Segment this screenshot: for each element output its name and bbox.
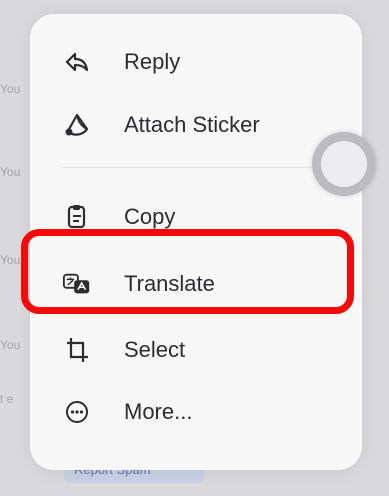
background-message-snippet: You <box>0 253 21 267</box>
menu-item-label: Attach Sticker <box>124 112 260 137</box>
background-message-snippet: t e <box>0 392 14 406</box>
copy-icon <box>62 202 92 232</box>
more-ellipsis-icon <box>62 397 92 427</box>
background-message-snippet: You <box>0 165 21 179</box>
sticker-icon <box>62 110 92 140</box>
menu-item-label: More... <box>124 399 193 424</box>
reply-icon <box>62 47 92 77</box>
menu-item-more[interactable]: More... <box>30 384 362 440</box>
menu-item-label: Copy <box>124 204 176 229</box>
translate-highlight-box <box>21 229 354 314</box>
menu-item-attach-sticker[interactable]: Attach Sticker <box>30 97 362 153</box>
menu-item-select[interactable]: Select <box>30 322 362 378</box>
menu-item-label: Reply <box>124 49 181 74</box>
menu-item-label: Select <box>124 337 186 362</box>
menu-item-reply[interactable]: Reply <box>30 34 362 90</box>
select-crop-icon <box>62 335 92 365</box>
scroll-handle[interactable] <box>312 132 376 196</box>
background-message-snippet: You <box>0 82 21 96</box>
menu-separator <box>62 167 322 168</box>
background-message-snippet: You <box>0 338 21 352</box>
